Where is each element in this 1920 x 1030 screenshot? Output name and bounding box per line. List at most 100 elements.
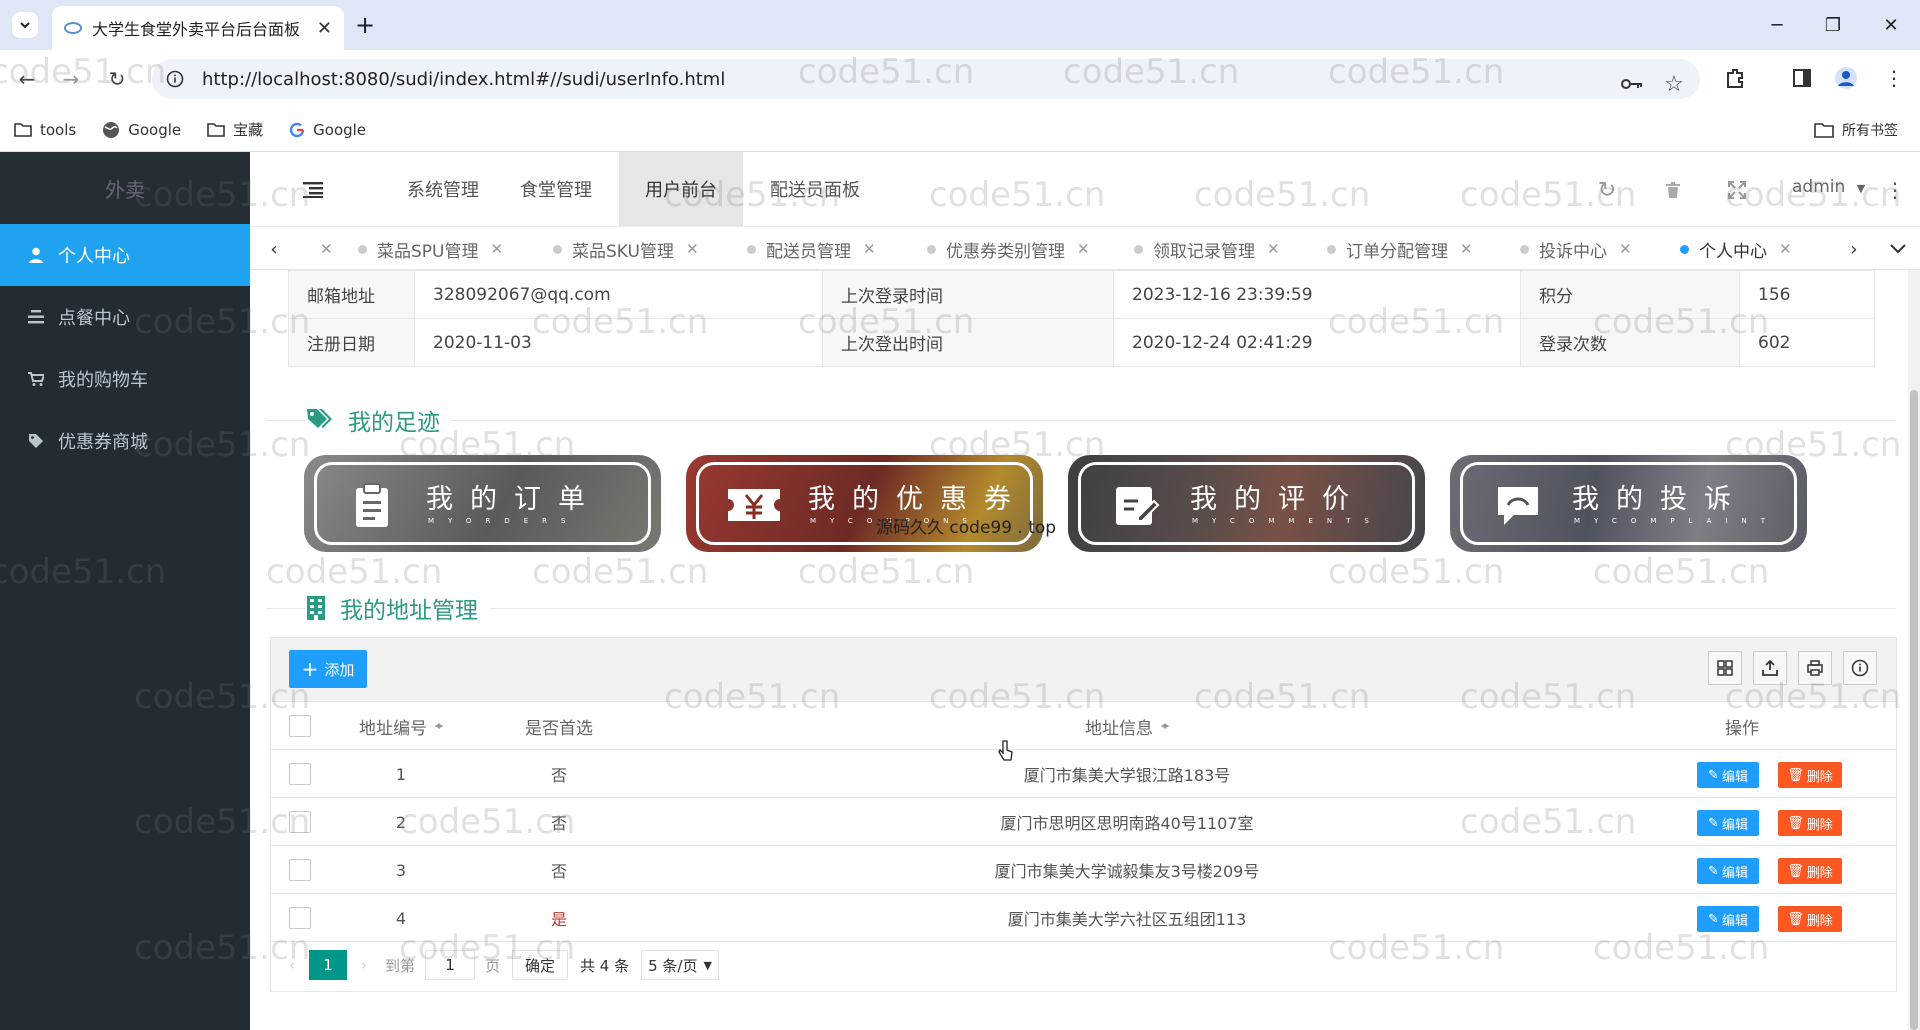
page-tab-order-assign[interactable]: 订单分配管理 ✕: [1327, 227, 1473, 271]
bookmark-google[interactable]: Google: [102, 121, 181, 139]
profile-avatar-icon[interactable]: [1830, 62, 1862, 94]
edit-button[interactable]: ✎ 编辑: [1697, 762, 1759, 788]
tabs-dropdown-icon[interactable]: [1884, 235, 1912, 263]
close-tab-icon[interactable]: ✕: [491, 240, 504, 258]
trash-icon[interactable]: [1660, 177, 1686, 203]
close-tab-icon[interactable]: ✕: [863, 240, 876, 258]
close-tab-icon[interactable]: ✕: [1077, 240, 1090, 258]
sidebar-toggle-icon[interactable]: [300, 177, 326, 203]
refresh-icon[interactable]: ↻: [1594, 177, 1620, 203]
page-scrollbar[interactable]: [1908, 270, 1920, 1030]
my-comments-card[interactable]: 我的评价 MYCOMMENTS: [1068, 455, 1425, 552]
export-icon[interactable]: [1753, 651, 1787, 685]
close-tab-icon[interactable]: ✕: [1267, 240, 1280, 258]
edit-button[interactable]: ✎ 编辑: [1697, 810, 1759, 836]
page-tab-coupon-category[interactable]: 优惠券类别管理 ✕: [927, 227, 1090, 271]
page-tab-hidden[interactable]: ✕: [308, 227, 333, 271]
prev-page-icon[interactable]: ‹: [289, 956, 295, 974]
tab-search-button[interactable]: [12, 12, 38, 38]
info-icon[interactable]: [1843, 651, 1877, 685]
sort-icon[interactable]: [1161, 719, 1169, 733]
sort-icon[interactable]: [435, 719, 443, 733]
pencil-icon: ✎: [1708, 767, 1719, 783]
row-checkbox[interactable]: [289, 811, 311, 833]
column-header-address[interactable]: 地址信息: [627, 702, 1627, 750]
page-tab-claim-records[interactable]: 领取记录管理 ✕: [1134, 227, 1280, 271]
site-info-icon[interactable]: [166, 70, 184, 88]
close-tab-icon[interactable]: ✕: [686, 240, 699, 258]
reload-button[interactable]: ↻: [102, 64, 132, 94]
profile-info-table: 邮箱地址 328092067@qq.com 上次登录时间 2023-12-16 …: [288, 270, 1875, 367]
sidebar-item-profile[interactable]: 个人中心: [0, 224, 250, 286]
login-count-value: 602: [1739, 318, 1875, 367]
delete-button[interactable]: 🗑 删除: [1778, 858, 1842, 884]
confirm-page-button[interactable]: 确定: [512, 950, 569, 980]
address-id: 3: [395, 860, 407, 880]
minimize-button[interactable]: ─: [1764, 12, 1790, 38]
bookmark-treasure[interactable]: 宝藏: [207, 119, 263, 140]
topmenu-canteen[interactable]: 食堂管理: [506, 152, 606, 226]
bookmark-google-2[interactable]: Google: [289, 121, 366, 139]
more-vertical-icon[interactable]: ⋮: [1882, 177, 1908, 203]
sidebar-item-ordering[interactable]: 点餐中心: [0, 286, 250, 348]
browser-tab[interactable]: 大学生食堂外卖平台后台面板 ✕: [52, 6, 344, 50]
forward-button[interactable]: →: [56, 64, 86, 94]
row-checkbox[interactable]: [289, 763, 311, 785]
password-key-icon[interactable]: [1616, 68, 1648, 100]
sidebar-item-coupon-mall[interactable]: 优惠券商城: [0, 410, 250, 472]
topmenu-courier[interactable]: 配送员面板: [750, 152, 880, 226]
close-tab-icon[interactable]: ✕: [1619, 240, 1632, 258]
topmenu-system[interactable]: 系统管理: [380, 152, 506, 226]
columns-filter-icon[interactable]: [1708, 651, 1742, 685]
select-all-checkbox[interactable]: [289, 715, 311, 737]
all-bookmarks[interactable]: 所有书签: [1814, 120, 1898, 140]
admin-user-menu[interactable]: admin ▼: [1792, 177, 1865, 197]
print-icon[interactable]: [1798, 651, 1832, 685]
table-header-row: 地址编号 是否首选 地址信息 操作: [271, 702, 1896, 750]
next-page-icon[interactable]: ›: [361, 956, 367, 974]
my-complaints-card[interactable]: 我的投诉 MYCOMPLAINT: [1450, 455, 1807, 552]
close-tab-icon[interactable]: ✕: [1779, 240, 1792, 258]
delete-button[interactable]: 🗑 删除: [1778, 762, 1842, 788]
register-date-value: 2020-11-03: [414, 318, 823, 367]
delete-button[interactable]: 🗑 删除: [1778, 810, 1842, 836]
sidebar-item-cart[interactable]: 我的购物车: [0, 348, 250, 410]
page-tab-profile[interactable]: 个人中心 ✕: [1680, 227, 1792, 271]
column-header-id[interactable]: 地址编号: [331, 702, 471, 750]
address-bar[interactable]: http://localhost:8080/sudi/index.html#//…: [152, 59, 1700, 99]
row-checkbox[interactable]: [289, 859, 311, 881]
row-checkbox[interactable]: [289, 907, 311, 929]
close-window-button[interactable]: ✕: [1878, 12, 1904, 38]
address-id: 2: [395, 812, 407, 832]
close-tab-icon[interactable]: ✕: [1460, 240, 1473, 258]
edit-button[interactable]: ✎ 编辑: [1697, 906, 1759, 932]
bookmark-star-icon[interactable]: ☆: [1658, 68, 1690, 100]
browser-menu-icon[interactable]: ⋮: [1878, 62, 1910, 94]
page-tab-courier[interactable]: 配送员管理 ✕: [747, 227, 876, 271]
page-input[interactable]: 1: [425, 950, 476, 980]
extensions-icon[interactable]: [1720, 62, 1752, 94]
mouse-cursor-icon: [998, 740, 1013, 761]
page-tab-spu[interactable]: 菜品SPU管理 ✕: [358, 227, 503, 271]
restore-button[interactable]: ❐: [1820, 12, 1846, 38]
new-tab-button[interactable]: +: [352, 11, 378, 39]
page-tab-sku[interactable]: 菜品SKU管理 ✕: [553, 227, 699, 271]
bookmark-tools[interactable]: tools: [14, 121, 76, 139]
fullscreen-icon[interactable]: [1724, 177, 1750, 203]
close-tab-icon[interactable]: ✕: [317, 18, 332, 39]
edit-button[interactable]: ✎ 编辑: [1697, 858, 1759, 884]
topmenu-user-front[interactable]: 用户前台: [619, 152, 743, 226]
tabs-scroll-left-icon[interactable]: ‹: [260, 235, 288, 263]
current-page[interactable]: 1: [309, 950, 347, 980]
delete-button[interactable]: 🗑 删除: [1778, 906, 1842, 932]
page-tab-complaints[interactable]: 投诉中心 ✕: [1520, 227, 1632, 271]
back-button[interactable]: ←: [12, 64, 42, 94]
page-size-select[interactable]: 5 条/页 ▼: [641, 950, 719, 980]
close-tab-icon[interactable]: ✕: [320, 240, 333, 258]
user-icon: [26, 247, 46, 263]
add-address-button[interactable]: + 添加: [289, 650, 367, 688]
tabs-scroll-right-icon[interactable]: ›: [1840, 235, 1868, 263]
side-panel-icon[interactable]: [1786, 62, 1818, 94]
my-orders-card[interactable]: 我的订单 MYORDERS: [304, 455, 661, 552]
pagination: ‹ 1 › 到第 1 页 确定 共 4 条 5 条/页 ▼: [271, 938, 1896, 992]
